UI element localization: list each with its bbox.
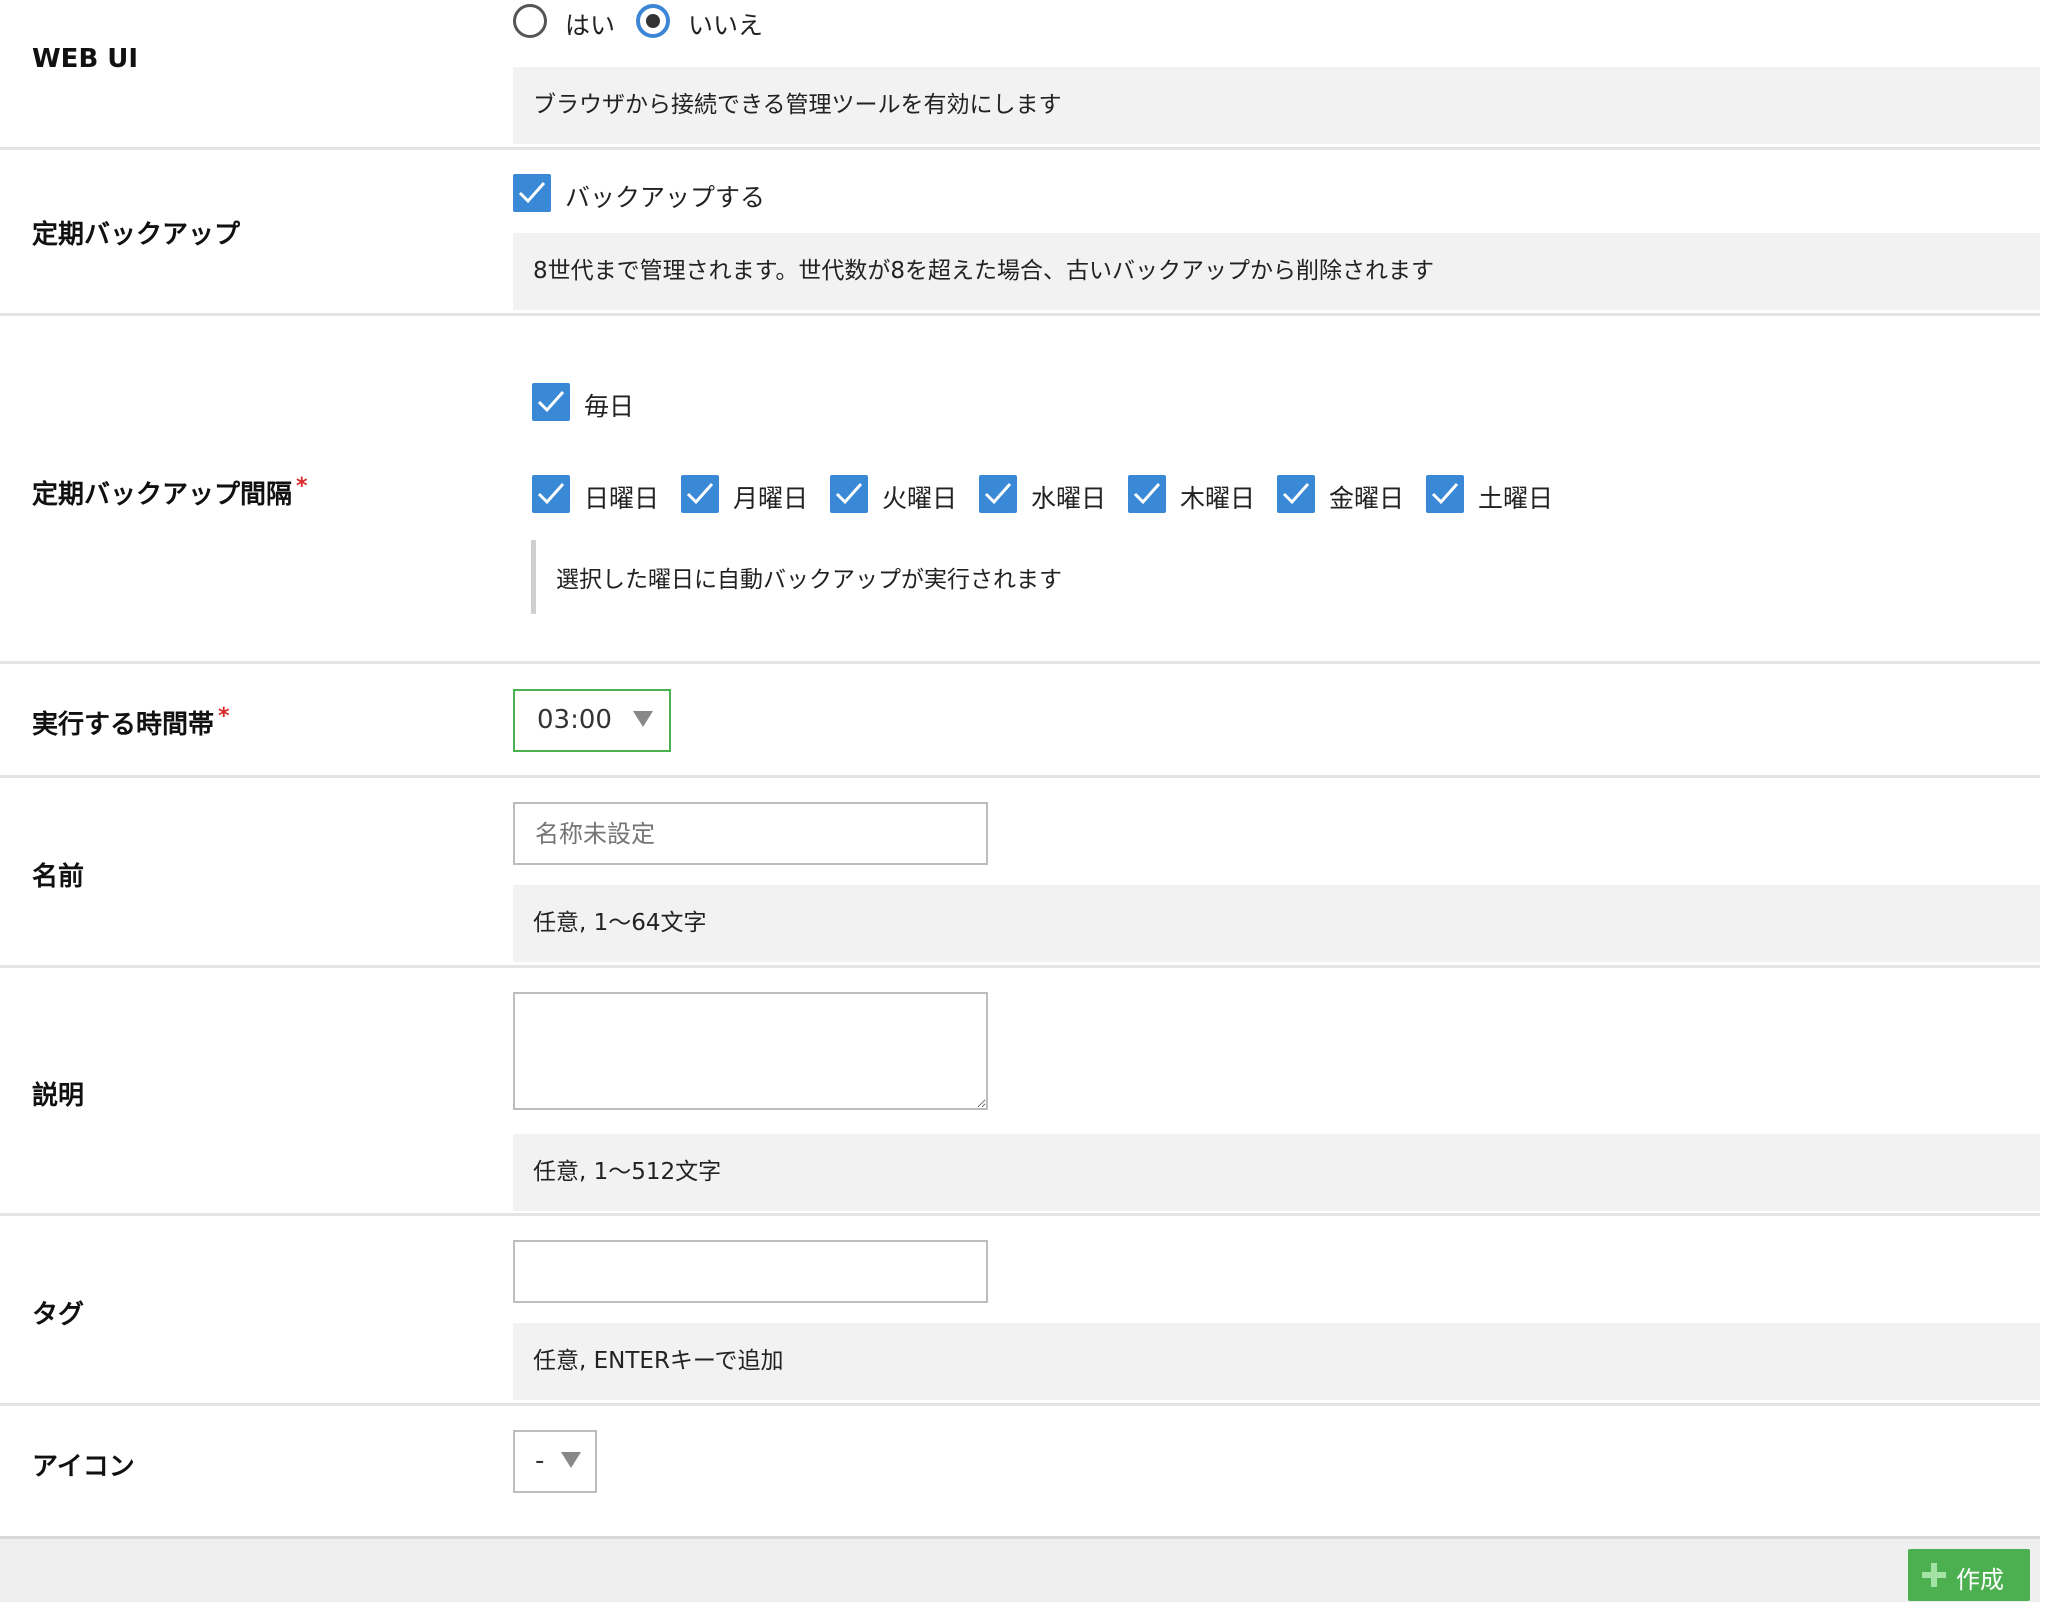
name-hint: 任意, 1〜64文字 xyxy=(513,885,2040,962)
description-hint: 任意, 1〜512文字 xyxy=(513,1134,2040,1211)
row-backup: 定期バックアップ バックアップする 8世代まで管理されます。世代数が8を超えた場… xyxy=(0,150,2040,316)
thursday-label[interactable]: 木曜日 xyxy=(1180,479,1255,515)
name-input[interactable] xyxy=(513,802,988,865)
checkmark-icon xyxy=(835,483,863,505)
hint-quote-bar xyxy=(531,540,536,614)
name-label: 名前 xyxy=(32,862,85,892)
saturday-label[interactable]: 土曜日 xyxy=(1478,479,1553,515)
radio-no[interactable] xyxy=(636,4,670,38)
description-textarea[interactable] xyxy=(513,992,988,1110)
time-select-value: 03:00 xyxy=(537,705,612,735)
friday-label[interactable]: 金曜日 xyxy=(1329,479,1404,515)
backup-hint: 8世代まで管理されます。世代数が8を超えた場合、古いバックアップから削除されます xyxy=(513,233,2040,310)
description-label: 説明 xyxy=(32,1081,85,1111)
checkmark-icon xyxy=(537,391,565,413)
row-interval: 定期バックアップ間隔 * 毎日 日曜日 月曜日 火曜日 水曜日 木曜日 金曜日 土… xyxy=(0,316,2040,664)
radio-yes[interactable] xyxy=(513,4,547,38)
backup-label: 定期バックアップ xyxy=(32,220,241,250)
radio-no-label[interactable]: いいえ xyxy=(688,6,763,42)
time-label-text: 実行する時間帯 xyxy=(32,710,215,740)
row-time: 実行する時間帯 * 03:00 xyxy=(0,664,2040,778)
checkmark-icon xyxy=(1431,483,1459,505)
thursday-checkbox[interactable] xyxy=(1128,475,1166,513)
required-mark: * xyxy=(218,704,230,729)
chevron-down-icon xyxy=(633,711,653,727)
time-select[interactable]: 03:00 xyxy=(513,689,671,752)
time-label: 実行する時間帯 * xyxy=(32,704,230,741)
sunday-checkbox[interactable] xyxy=(532,475,570,513)
tags-input[interactable] xyxy=(513,1240,988,1303)
monday-label[interactable]: 月曜日 xyxy=(733,479,808,515)
tags-hint: 任意, ENTERキーで追加 xyxy=(513,1323,2040,1400)
radio-yes-label[interactable]: はい xyxy=(565,6,615,42)
backup-checkbox-label[interactable]: バックアップする xyxy=(565,178,765,214)
tuesday-checkbox[interactable] xyxy=(830,475,868,513)
webui-hint: ブラウザから接続できる管理ツールを有効にします xyxy=(513,67,2040,144)
row-webui: WEB UI はい いいえ ブラウザから接続できる管理ツールを有効にします xyxy=(0,0,2040,150)
row-icon: アイコン - xyxy=(0,1406,2040,1536)
checkmark-icon xyxy=(1133,483,1161,505)
wednesday-label[interactable]: 水曜日 xyxy=(1031,479,1106,515)
checkmark-icon xyxy=(686,483,714,505)
checkmark-icon xyxy=(537,483,565,505)
icon-select[interactable]: - xyxy=(513,1430,597,1493)
monday-checkbox[interactable] xyxy=(681,475,719,513)
row-description: 説明 任意, 1〜512文字 xyxy=(0,968,2040,1216)
row-name: 名前 任意, 1〜64文字 xyxy=(0,778,2040,968)
interval-label: 定期バックアップ間隔 * xyxy=(32,474,308,511)
interval-hint: 選択した曜日に自動バックアップが実行されます xyxy=(556,567,1062,593)
saturday-checkbox[interactable] xyxy=(1426,475,1464,513)
sunday-label[interactable]: 日曜日 xyxy=(584,479,659,515)
plus-icon xyxy=(1922,1563,1946,1587)
icon-select-value: - xyxy=(535,1446,545,1476)
checkmark-icon xyxy=(1282,483,1310,505)
webui-label: WEB UI xyxy=(32,44,139,74)
row-tags: タグ 任意, ENTERキーで追加 xyxy=(0,1216,2040,1406)
icon-label: アイコン xyxy=(32,1452,135,1482)
friday-checkbox[interactable] xyxy=(1277,475,1315,513)
checkmark-icon xyxy=(984,483,1012,505)
form-footer: 作成 xyxy=(0,1536,2040,1602)
daily-checkbox[interactable] xyxy=(532,383,570,421)
create-button-label: 作成 xyxy=(1956,1567,2004,1594)
wednesday-checkbox[interactable] xyxy=(979,475,1017,513)
tags-label: タグ xyxy=(32,1300,85,1330)
tuesday-label[interactable]: 火曜日 xyxy=(882,479,957,515)
checkmark-icon xyxy=(518,182,546,204)
required-mark: * xyxy=(296,474,308,499)
backup-checkbox[interactable] xyxy=(513,174,551,212)
interval-label-text: 定期バックアップ間隔 xyxy=(32,480,293,510)
create-button[interactable]: 作成 xyxy=(1908,1549,2030,1601)
daily-checkbox-label[interactable]: 毎日 xyxy=(584,387,634,423)
chevron-down-icon xyxy=(561,1452,581,1468)
